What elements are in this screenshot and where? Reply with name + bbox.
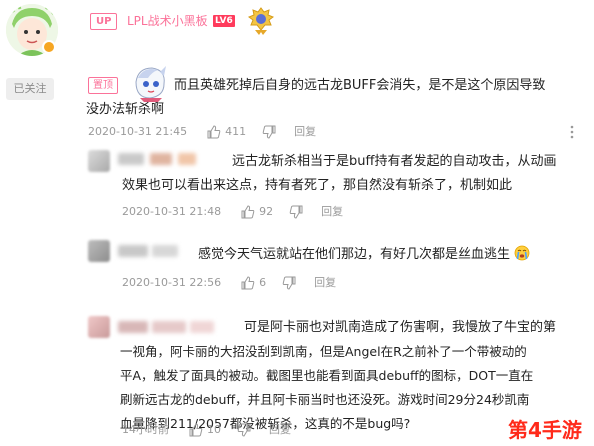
reply-button[interactable]: 回复 — [294, 124, 316, 140]
reply-meta: 14小时前 10 回复 — [122, 422, 291, 438]
up-tag: UP — [90, 13, 118, 30]
more-options-icon[interactable] — [566, 124, 578, 139]
main-comment-text: 而且英雄死掉后自身的远古龙BUFF会消失，是不是这个原因导致 没办法斩杀啊 — [86, 74, 584, 122]
comment-date: 2020-10-31 21:48 — [122, 205, 222, 218]
reply-line: 平A，触发了面具的被动。截图里也能看到面具debuff的图标，DOT一直在 — [120, 368, 534, 383]
like-button[interactable]: 411 — [207, 124, 246, 140]
reply-username-blurred[interactable] — [152, 321, 186, 333]
reply-line: 远古龙斩杀相当于是buff持有者发起的自动攻击，从动画 — [232, 154, 557, 169]
like-count: 10 — [207, 423, 221, 436]
dislike-button[interactable] — [282, 276, 296, 290]
reply-line: 刷新远古龙的debuff，并且阿卡丽当时也还没死。游戏时间29分24秒凯南 — [120, 392, 530, 407]
thumbs-down-icon — [262, 125, 276, 139]
reply-button[interactable]: 回复 — [314, 275, 336, 291]
thumbs-up-icon — [189, 423, 203, 437]
reply-username-blurred[interactable] — [178, 153, 196, 165]
crying-face-icon — [514, 245, 530, 261]
reply-username-blurred[interactable] — [118, 153, 144, 165]
reply-username-blurred[interactable] — [190, 321, 214, 333]
comment-date: 2020-10-31 22:56 — [122, 276, 222, 289]
reply-username-blurred[interactable] — [118, 321, 148, 333]
thumbs-down-icon — [237, 423, 251, 437]
pinned-tag: 置顶 — [88, 77, 118, 94]
main-comment-meta: 2020-10-31 21:45 411 回复 — [88, 124, 316, 140]
like-count: 6 — [259, 276, 267, 289]
like-count: 92 — [259, 205, 274, 218]
reply-text: 感觉今天气运就站在他们那边，有好几次都是丝血逃生 — [198, 243, 592, 267]
reply-line: 效果也可以看出来这点，持有者死了，那自然没有斩杀了，机制如此 — [122, 178, 513, 193]
reply-avatar[interactable] — [88, 150, 110, 172]
medal-icon — [247, 6, 275, 36]
reply-button[interactable]: 回复 — [269, 422, 291, 438]
reply-username-blurred[interactable] — [150, 153, 172, 165]
follow-button[interactable]: 已关注 — [6, 78, 54, 100]
reply-line: 感觉今天气运就站在他们那边，有好几次都是丝血逃生 — [198, 247, 511, 262]
thumbs-up-icon — [241, 276, 255, 290]
like-button[interactable]: 6 — [241, 275, 266, 291]
watermark-logo: 第4手游 — [508, 418, 582, 442]
comment-date: 2020-10-31 21:45 — [88, 125, 188, 138]
dislike-button[interactable] — [262, 125, 276, 139]
thumbs-down-icon — [282, 276, 296, 290]
reply-avatar[interactable] — [88, 240, 110, 262]
author-username[interactable]: LPL战术小黑板 — [127, 13, 208, 30]
like-button[interactable]: 92 — [241, 204, 273, 220]
reply-line: 可是阿卡丽也对凯南造成了伤害啊，我慢放了牛宝的第 — [244, 320, 557, 335]
reply-meta: 2020-10-31 21:48 92 回复 — [122, 204, 343, 220]
reply-username-blurred[interactable] — [118, 245, 148, 257]
reply-button[interactable]: 回复 — [321, 204, 343, 220]
like-count: 411 — [225, 125, 247, 138]
thumbs-down-icon — [289, 205, 303, 219]
dislike-button[interactable] — [289, 205, 303, 219]
comment-date: 14小时前 — [122, 423, 169, 436]
level-badge: LV6 — [213, 15, 235, 27]
dislike-button[interactable] — [237, 423, 251, 437]
thumbs-up-icon — [207, 125, 221, 139]
reply-meta: 2020-10-31 22:56 6 回复 — [122, 275, 336, 291]
reply-line: 一视角，阿卡丽的大招没刮到凯南，但是Angel在R之前补了一个带被动的 — [120, 344, 527, 359]
thumbs-up-icon — [241, 205, 255, 219]
like-button[interactable]: 10 — [189, 422, 221, 438]
reply-username-blurred[interactable] — [152, 245, 178, 257]
main-comment-line: 没办法斩杀啊 — [86, 102, 165, 117]
main-comment-line: 而且英雄死掉后自身的远古龙BUFF会消失，是不是这个原因导致 — [174, 78, 546, 93]
reply-avatar[interactable] — [88, 316, 110, 338]
reply-text: 远古龙斩杀相当于是buff持有者发起的自动攻击，从动画 效果也可以看出来这点，持… — [122, 150, 592, 198]
vip-badge-icon — [42, 40, 56, 54]
